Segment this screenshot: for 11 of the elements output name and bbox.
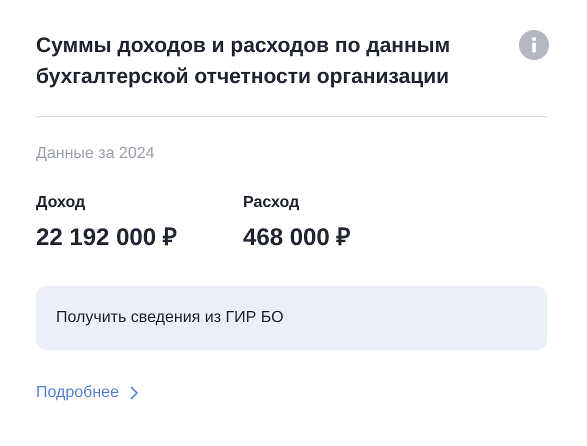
- notice-banner[interactable]: Получить сведения из ГИР БО: [36, 286, 547, 350]
- chevron-right-icon: [128, 385, 139, 401]
- metric-value: 468 000 ₽: [243, 223, 352, 252]
- info-icon[interactable]: [519, 30, 549, 60]
- period-text: Данные за 2024: [36, 145, 156, 163]
- more-link[interactable]: Подробнее: [36, 384, 139, 402]
- metric-label: Расход: [243, 193, 300, 213]
- metric-label: Доход: [36, 193, 86, 213]
- metric-value: 22 192 000 ₽: [36, 223, 178, 252]
- notice-text: Получить сведения из ГИР БО: [56, 309, 284, 327]
- card-title: Суммы доходов и расходов по данным бухгалтерской отчетности организации: [36, 33, 452, 90]
